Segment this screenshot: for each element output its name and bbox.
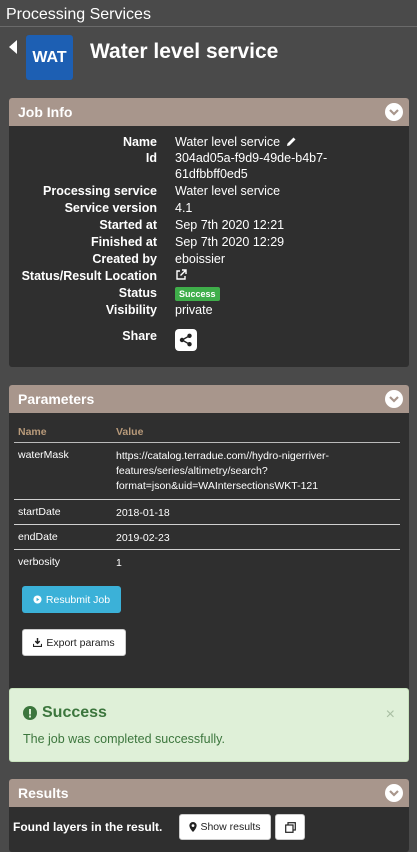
share-button[interactable] — [175, 329, 197, 351]
finished-at-row: Finished at Sep 7th 2020 12:29 — [91, 235, 285, 249]
results-title: Results — [18, 785, 69, 801]
results-text: Found layers in the result. — [13, 820, 163, 834]
table-header: Name Value — [14, 421, 400, 443]
parameters-header[interactable]: Parameters — [9, 385, 409, 413]
table-row: endDate 2019-02-23 — [14, 525, 400, 550]
job-id-row-cont: 61dfbbff0ed5 — [175, 167, 248, 181]
resubmit-job-button[interactable]: Resubmit Job — [22, 586, 121, 613]
service-version-row: Service version 4.1 — [64, 201, 193, 215]
started-at-row: Started at Sep 7th 2020 12:21 — [99, 218, 285, 232]
collapse-chevron-icon[interactable] — [385, 103, 403, 121]
success-alert: Success The job was completed successful… — [9, 688, 409, 762]
parameters-panel: Parameters Name Value waterMask https://… — [9, 385, 409, 738]
copy-button[interactable] — [275, 814, 305, 840]
play-circle-icon — [33, 595, 42, 604]
job-name-value: Water level service — [175, 135, 281, 149]
share-icon — [179, 333, 192, 347]
job-id-row: Id 304ad05a-f9d9-49de-b4b7- — [145, 151, 328, 165]
column-header-value: Value — [116, 426, 144, 438]
top-bar: Processing Services — [0, 0, 417, 27]
visibility-row: Visibility private — [105, 303, 213, 317]
back-arrow-icon[interactable] — [9, 40, 17, 54]
status-badge: Success — [175, 287, 220, 301]
collapse-chevron-icon[interactable] — [385, 784, 403, 802]
map-marker-icon — [189, 822, 198, 832]
table-row: verbosity 1 — [18, 556, 122, 569]
export-params-button[interactable]: Export params — [22, 629, 126, 656]
status-row: Status Success — [9, 286, 409, 303]
job-info-title: Job Info — [18, 104, 73, 120]
pencil-icon[interactable] — [286, 136, 297, 147]
job-info-header[interactable]: Job Info — [9, 98, 409, 126]
share-row: Share — [122, 329, 157, 343]
processing-service-row: Processing service Water level service — [43, 184, 281, 198]
created-by-row: Created by eboissier — [92, 252, 226, 266]
parameters-table: Name Value waterMask https://catalog.ter… — [14, 421, 400, 575]
table-row: startDate 2018-01-18 — [14, 500, 400, 525]
page-title: Water level service — [90, 40, 279, 63]
alert-message: The job was completed successfully. — [23, 732, 225, 746]
parameters-title: Parameters — [18, 391, 95, 407]
job-name-row: Name Water level service — [9, 135, 409, 152]
status-location-row: Status/Result Location — [9, 269, 409, 286]
app-title: Processing Services — [6, 6, 151, 23]
exclamation-circle-icon — [23, 706, 37, 720]
copy-icon — [284, 821, 296, 833]
collapse-chevron-icon[interactable] — [385, 390, 403, 408]
alert-title: Success — [42, 704, 107, 721]
download-icon — [33, 638, 43, 647]
table-row: waterMask https://catalog.terradue.com//… — [14, 443, 400, 500]
job-info-panel: Job Info Name Water level service Id 304… — [9, 98, 409, 367]
results-panel: Results Found layers in the result. Show… — [9, 779, 409, 852]
external-link-icon[interactable] — [175, 269, 187, 281]
show-results-button[interactable]: Show results — [179, 814, 271, 840]
alert-close-button[interactable]: × — [386, 706, 395, 724]
service-badge: WAT — [26, 35, 73, 80]
results-header[interactable]: Results — [9, 779, 409, 807]
column-header-name: Name — [18, 426, 47, 438]
